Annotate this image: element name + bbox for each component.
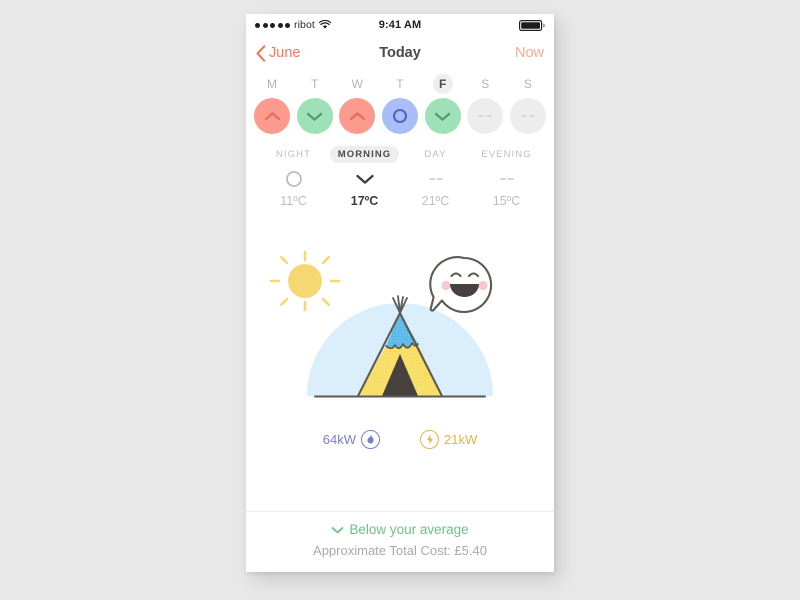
lightning-bolt-icon (420, 430, 439, 449)
circle-ring-icon (285, 166, 303, 192)
chevron-down-icon (355, 166, 375, 192)
day-circle-row (254, 98, 546, 134)
period-night-label: NIGHT (275, 149, 312, 160)
circle-ring-icon (392, 108, 408, 124)
chevron-up-icon (264, 111, 281, 122)
sun-icon (269, 250, 341, 312)
dashes-icon (477, 113, 493, 119)
chevron-down-icon (434, 111, 451, 122)
gas-usage-value: 64kW (322, 432, 356, 447)
day-circle-tue[interactable] (296, 98, 333, 134)
chevron-up-icon (349, 111, 366, 122)
day-letter-fri-selected: F (432, 74, 453, 94)
status-bar-clock: 9:41 AM (378, 19, 422, 31)
period-day-label: DAY (424, 149, 447, 160)
gas-usage: 64kW (323, 430, 380, 449)
period-evening-temp: 15ºC (492, 194, 521, 208)
day-letter-sun: S (523, 77, 532, 91)
week-strip: M T W T F S S (246, 70, 554, 140)
battery-full-icon (519, 19, 545, 31)
phone-frame: ribot 9:41 AM June Today Now M T W T F S… (246, 14, 554, 572)
day-letter-mon: M (267, 77, 277, 91)
period-night-temp: 11ºC (280, 194, 307, 208)
chevron-left-icon (256, 44, 266, 62)
period-day-temp: 21ºC (421, 194, 450, 208)
energy-readout-row: 64kW 21kW (246, 430, 554, 449)
period-evening[interactable]: EVENING 15ºC (471, 146, 542, 208)
day-circle-sat[interactable] (467, 98, 504, 134)
period-selector: NIGHT 11ºC MORNING 17ºC DAY 21ºC EVENING… (246, 140, 554, 208)
chevron-down-icon (331, 526, 344, 534)
below-average-button[interactable]: Below your average (246, 522, 554, 537)
electric-usage-value: 21kW (444, 432, 478, 447)
dashes-icon (520, 113, 536, 119)
electric-usage: 21kW (420, 430, 477, 449)
below-average-label: Below your average (349, 522, 469, 537)
period-day[interactable]: DAY 21ºC (400, 146, 471, 208)
nav-bar: June Today Now (246, 36, 554, 70)
day-letter-thu: T (396, 77, 404, 91)
period-evening-label: EVENING (481, 149, 532, 160)
period-morning-label: MORNING (329, 146, 400, 163)
day-letter-tue: T (310, 77, 319, 91)
day-circle-mon[interactable] (254, 98, 290, 134)
dashes-icon (426, 166, 446, 192)
day-circle-sun[interactable] (509, 98, 546, 134)
period-morning[interactable]: MORNING 17ºC (329, 146, 400, 208)
flame-icon (361, 430, 380, 449)
back-label: June (269, 45, 301, 61)
now-button[interactable]: Now (515, 45, 544, 61)
happy-face-speech-bubble-icon (429, 256, 493, 314)
period-morning-temp: 17ºC (350, 194, 379, 208)
period-night[interactable]: NIGHT 11ºC (258, 146, 329, 208)
status-bar: ribot 9:41 AM (246, 14, 554, 36)
illustration-area: 64kW 21kW (246, 208, 554, 511)
day-circle-thu[interactable] (381, 98, 418, 134)
day-circle-fri-selected[interactable] (424, 98, 461, 134)
footer: Below your average Approximate Total Cos… (246, 511, 554, 572)
camping-scene (269, 250, 493, 398)
day-letter-sat: S (481, 77, 490, 91)
day-letter-row: M T W T F S S (254, 74, 546, 94)
dashes-icon (497, 166, 517, 192)
day-letter-wed: W (351, 77, 363, 91)
chevron-down-icon (306, 111, 323, 122)
back-to-june-button[interactable]: June (256, 44, 301, 62)
day-circle-wed[interactable] (339, 98, 376, 134)
approximate-total-cost: Approximate Total Cost: £5.40 (313, 543, 487, 558)
